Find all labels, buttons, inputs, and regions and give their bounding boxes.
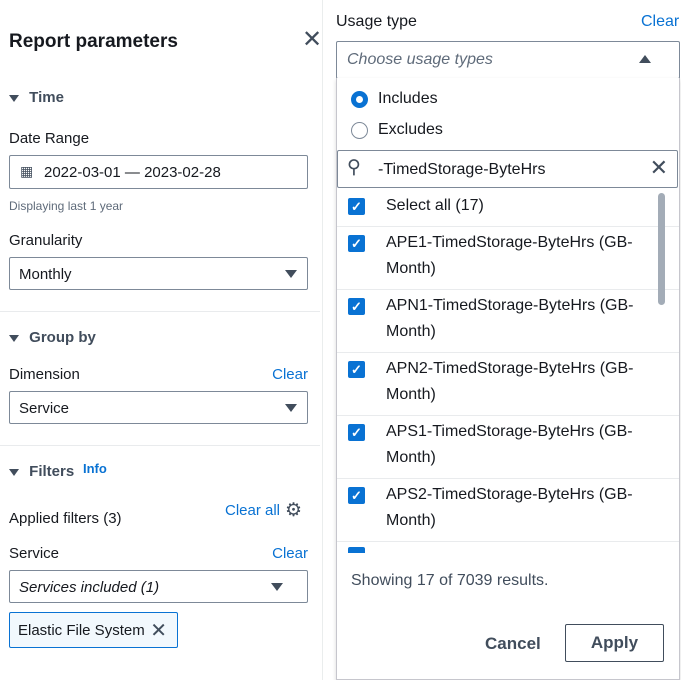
results-status: Showing 17 of 7039 results. [351,572,549,589]
dimension-value: Service [19,400,70,417]
divider [337,226,679,227]
divider [337,541,679,542]
service-select-value: Services included (1) [19,579,160,596]
time-section-toggle[interactable]: Time [9,89,64,106]
filter-token: Elastic File System ✕ [9,612,178,648]
granularity-select[interactable]: Monthly [9,257,308,290]
search-icon: ⚲ [347,157,361,178]
dimension-label: Dimension [9,366,80,383]
granularity-label: Granularity [9,232,83,249]
excludes-label: Excludes [378,121,443,138]
settings-gear-icon[interactable]: ⚙ [285,499,302,522]
caret-up-icon [639,55,651,63]
usage-item-label[interactable]: APE1-TimedStorage-ByteHrs (GB-Month) [386,230,656,282]
usage-item-checkbox[interactable]: ✓ [348,487,365,504]
caret-down-icon [9,469,19,476]
remove-token-icon[interactable]: ✕ [150,618,167,643]
applied-filters-label: Applied filters (3) [9,510,122,527]
divider [0,311,320,312]
excludes-radio[interactable] [351,122,368,139]
group-by-heading: Group by [29,329,96,346]
date-range-value: 2022-03-01 — 2023-02-28 [44,164,221,181]
filters-info-link[interactable]: Info [83,461,107,476]
dimension-clear-link[interactable]: Clear [272,366,308,383]
filters-heading: Filters [29,463,75,480]
cancel-button[interactable]: Cancel [485,634,541,654]
search-value: -TimedStorage-ByteHrs [378,161,546,178]
filters-section-toggle[interactable]: Filters [9,463,74,480]
usage-item-checkbox[interactable]: ✓ [348,298,365,315]
scrollbar-thumb[interactable] [658,193,665,305]
divider [337,289,679,290]
usage-item-checkbox[interactable]: ✓ [348,235,365,252]
calendar-icon: ▦ [20,163,34,179]
usage-type-select[interactable]: Choose usage types [336,41,680,79]
caret-down-icon [285,270,297,278]
usage-type-clear-link[interactable]: Clear [641,13,679,31]
date-range-label: Date Range [9,130,90,147]
group-by-section-toggle[interactable]: Group by [9,329,96,346]
usage-item-label[interactable]: APS1-TimedStorage-ByteHrs (GB-Month) [386,419,656,471]
time-heading: Time [29,89,64,106]
dimension-select[interactable]: Service [9,391,308,424]
caret-down-icon [9,95,19,102]
panel-title: Report parameters [9,31,178,52]
filter-token-label: Elastic File System [18,622,145,639]
usage-item-checkbox[interactable]: ✓ [348,361,365,378]
dropdown-footer: Showing 17 of 7039 results. Cancel Apply [337,553,679,679]
divider [337,352,679,353]
usage-item-checkbox[interactable]: ✓ [348,424,365,441]
usage-item-label[interactable]: APN1-TimedStorage-ByteHrs (GB-Month) [386,293,656,345]
includes-radio[interactable] [351,91,368,108]
apply-button[interactable]: Apply [565,624,664,662]
usage-item-label[interactable]: APS2-TimedStorage-ByteHrs (GB-Month) [386,482,656,534]
caret-down-icon [9,335,19,342]
caret-down-icon [271,583,283,591]
divider [337,415,679,416]
divider [0,445,320,446]
select-all-checkbox[interactable]: ✓ [348,198,365,215]
caret-down-icon [285,404,297,412]
clear-search-icon[interactable]: ✕ [650,155,668,181]
date-help-text: Displaying last 1 year [9,199,124,213]
usage-type-placeholder: Choose usage types [347,51,493,68]
clear-all-link[interactable]: Clear all [225,502,280,519]
select-all-label: Select all (17) [386,197,484,214]
includes-label: Includes [378,90,438,107]
panel-border [322,0,323,680]
divider [337,478,679,479]
service-clear-link[interactable]: Clear [272,545,308,562]
service-select[interactable]: Services included (1) [9,570,308,603]
usage-item-label[interactable]: APN2-TimedStorage-ByteHrs (GB-Month) [386,356,656,408]
close-icon[interactable]: ✕ [302,28,322,52]
date-range-input[interactable]: ▦ 2022-03-01 — 2023-02-28 [9,155,308,189]
granularity-value: Monthly [19,266,72,283]
service-label: Service [9,545,60,562]
usage-type-label: Usage type [336,13,417,30]
usage-search-input[interactable]: ⚲ -TimedStorage-ByteHrs ✕ [337,150,678,188]
